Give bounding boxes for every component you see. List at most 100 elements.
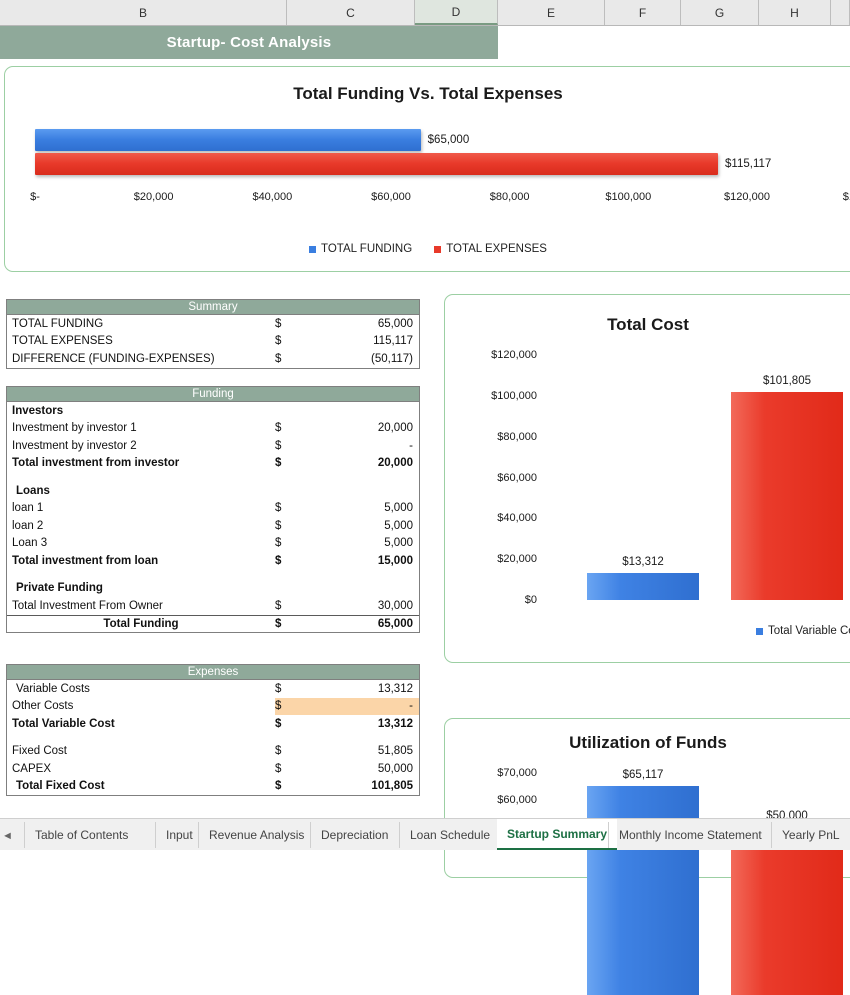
tab-nav-left-icon[interactable]: ◄ — [2, 830, 13, 842]
table-row[interactable] — [7, 472, 419, 482]
table-row[interactable]: Investment by investor 1$20,000 — [7, 420, 419, 438]
table-row[interactable]: Total Fixed Cost$101,805 — [7, 778, 419, 796]
table-row[interactable]: Total Funding$65,000 — [7, 615, 419, 633]
row-currency: $ — [275, 353, 291, 365]
table-row[interactable]: Total investment from investor$20,000 — [7, 455, 419, 473]
table-body: TOTAL FUNDING$65,000TOTAL EXPENSES$115,1… — [7, 315, 419, 368]
table-row[interactable]: Other Costs$- — [7, 698, 419, 716]
table-summary[interactable]: Summary TOTAL FUNDING$65,000TOTAL EXPENS… — [6, 299, 420, 369]
row-label: Total Investment From Owner — [7, 600, 275, 612]
table-row[interactable]: Total Investment From Owner$30,000 — [7, 597, 419, 615]
row-currency: $ — [275, 700, 291, 712]
legend-item: TOTAL FUNDING — [309, 243, 412, 255]
row-value: 65,000 — [291, 618, 419, 630]
sheet-tab-table-of-contents[interactable]: Table of Contents — [24, 822, 138, 848]
column-header-E[interactable]: E — [498, 0, 605, 25]
row-value: 13,312 — [291, 683, 419, 695]
table-row[interactable]: Private Funding — [7, 580, 419, 598]
chart-plot-area: $0$20,000$40,000$60,000$80,000$100,000$1… — [545, 355, 850, 600]
x-axis-tick: $120,000 — [724, 191, 770, 203]
legend-label: Total Variable Cost — [768, 625, 850, 637]
bar-total-fixed-cost — [731, 392, 843, 600]
table-row[interactable] — [7, 570, 419, 580]
y-axis-tick: $100,000 — [449, 390, 537, 402]
table-header: Funding — [7, 387, 419, 402]
sheet-tab-loan-schedule[interactable]: Loan Schedule — [399, 822, 500, 848]
row-label: Other Costs — [7, 700, 275, 712]
table-row[interactable]: TOTAL FUNDING$65,000 — [7, 315, 419, 333]
bar-capex — [731, 827, 843, 995]
legend-item: TOTAL EXPENSES — [434, 243, 547, 255]
row-label: Total Funding — [7, 618, 275, 630]
row-value: (50,117) — [291, 353, 419, 365]
chart-total-cost[interactable]: Total Cost $0$20,000$40,000$60,000$80,00… — [444, 294, 850, 663]
table-row[interactable]: DIFFERENCE (FUNDING-EXPENSES)$(50,117) — [7, 350, 419, 368]
column-header-F[interactable]: F — [605, 0, 681, 25]
y-axis-tick: $40,000 — [449, 512, 537, 524]
table-row[interactable]: Fixed Cost$51,805 — [7, 743, 419, 761]
y-axis-tick: $120,000 — [449, 349, 537, 361]
row-currency: $ — [275, 683, 291, 695]
table-row[interactable]: Total investment from loan$15,000 — [7, 552, 419, 570]
sheet-tab-monthly-income-statement[interactable]: Monthly Income Statement — [608, 822, 772, 848]
table-body: Variable Costs$13,312Other Costs$-Total … — [7, 680, 419, 795]
column-header-strip: BCDEFGH — [0, 0, 850, 26]
chart-utilization-of-funds[interactable]: Utilization of Funds $60,000$70,000$65,1… — [444, 718, 850, 878]
table-row[interactable]: TOTAL EXPENSES$115,117 — [7, 333, 419, 351]
x-axis-tick: $20,000 — [134, 191, 174, 203]
row-currency: $ — [275, 618, 291, 630]
column-header-x[interactable] — [831, 0, 850, 25]
column-header-G[interactable]: G — [681, 0, 759, 25]
row-label: Total Variable Cost — [7, 718, 275, 730]
column-header-C[interactable]: C — [287, 0, 415, 25]
sheet-tab-startup-summary[interactable]: Startup Summary — [497, 819, 617, 850]
row-currency: $ — [275, 318, 291, 330]
table-row[interactable]: Loans — [7, 482, 419, 500]
table-row[interactable]: Loan 3$5,000 — [7, 535, 419, 553]
row-value: 20,000 — [291, 457, 419, 469]
sheet-tab-strip[interactable]: ◄ Table of Contents InputRevenue Analysis… — [0, 818, 850, 850]
chart-legend: TOTAL FUNDING TOTAL EXPENSES — [5, 243, 850, 255]
row-value: - — [291, 440, 419, 452]
bar-data-label: $65,000 — [428, 134, 470, 146]
sheet-tab-yearly-pnl[interactable]: Yearly PnL — [771, 822, 850, 848]
row-currency: $ — [275, 422, 291, 434]
row-value: 115,117 — [291, 335, 419, 347]
sheet-tab-revenue-analysis[interactable]: Revenue Analysis — [198, 822, 314, 848]
column-header-D[interactable]: D — [415, 0, 498, 25]
table-body: InvestorsInvestment by investor 1$20,000… — [7, 402, 419, 632]
row-label: Investment by investor 2 — [7, 440, 275, 452]
row-label: Total investment from investor — [7, 457, 275, 469]
column-header-H[interactable]: H — [759, 0, 831, 25]
bar-data-label: $13,312 — [622, 556, 664, 568]
row-value: 5,000 — [291, 537, 419, 549]
page-title: Startup- Cost Analysis — [0, 26, 498, 59]
row-label: Private Funding — [7, 582, 275, 594]
column-header-B[interactable]: B — [0, 0, 287, 25]
table-funding[interactable]: Funding InvestorsInvestment by investor … — [6, 386, 420, 633]
table-row[interactable]: Total Variable Cost$13,312 — [7, 715, 419, 733]
bar-total-variable-cost — [587, 573, 699, 600]
table-expenses[interactable]: Expenses Variable Costs$13,312Other Cost… — [6, 664, 420, 796]
chart-funding-vs-expenses[interactable]: Total Funding Vs. Total Expenses $65,000… — [4, 66, 850, 272]
row-value: 20,000 — [291, 422, 419, 434]
row-label: Total investment from loan — [7, 555, 275, 567]
y-axis-tick: $70,000 — [449, 767, 537, 779]
table-row[interactable]: Variable Costs$13,312 — [7, 680, 419, 698]
bar-total-expenses — [35, 153, 718, 175]
row-label: loan 1 — [7, 502, 275, 514]
bar-data-label: $101,805 — [763, 375, 811, 387]
chart-plot-area: $60,000$70,000$65,117$50,000 — [545, 755, 850, 955]
chart-title: Utilization of Funds — [445, 733, 850, 753]
table-row[interactable]: loan 1$5,000 — [7, 500, 419, 518]
table-row[interactable]: CAPEX$50,000 — [7, 760, 419, 778]
table-row[interactable]: Investors — [7, 402, 419, 420]
row-currency: $ — [275, 555, 291, 567]
row-value: 65,000 — [291, 318, 419, 330]
table-row[interactable]: loan 2$5,000 — [7, 517, 419, 535]
table-row[interactable]: Investment by investor 2$- — [7, 437, 419, 455]
row-currency: $ — [275, 600, 291, 612]
sheet-tab-depreciation[interactable]: Depreciation — [310, 822, 398, 848]
sheet-tab-input[interactable]: Input — [155, 822, 203, 848]
table-row[interactable] — [7, 733, 419, 743]
